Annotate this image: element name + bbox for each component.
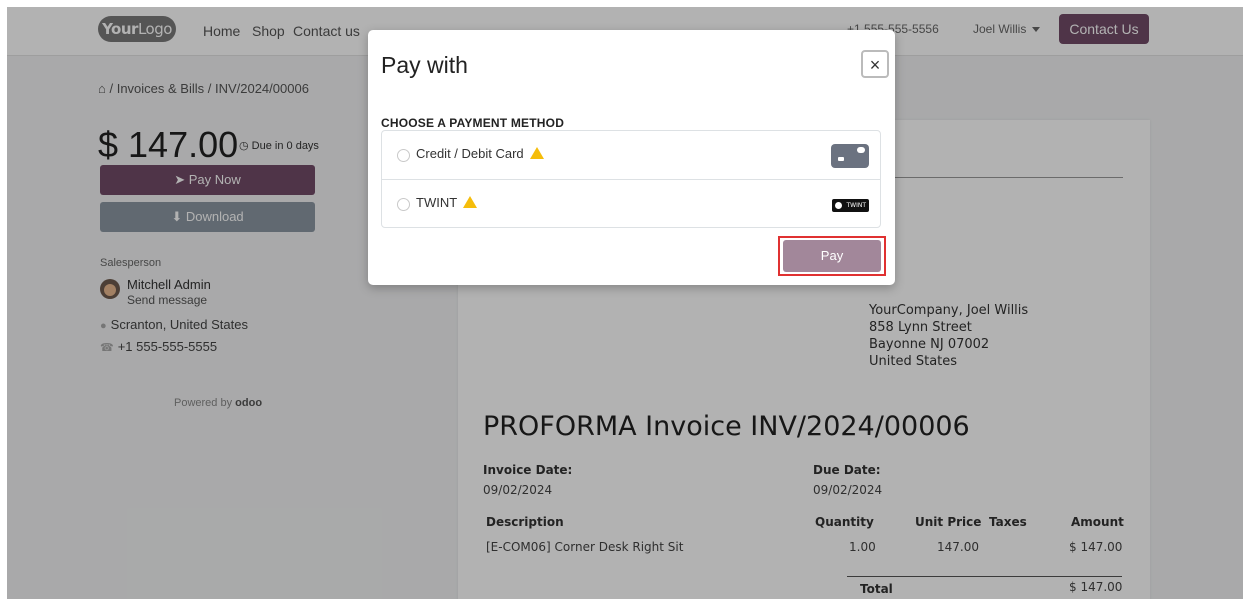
payment-option-twint[interactable]: TWINT TWINT <box>382 179 880 228</box>
payment-method-heading: CHOOSE A PAYMENT METHOD <box>381 116 565 130</box>
warning-icon <box>463 196 478 208</box>
modal-title: Pay with <box>381 52 468 78</box>
pay-button-highlight: Pay <box>778 236 886 276</box>
credit-card-icon <box>831 144 869 168</box>
twint-label: TWINT <box>416 195 458 210</box>
app-frame: YourLogo Home Shop Contact us +1 555-555… <box>7 7 1243 599</box>
warning-icon <box>529 147 544 159</box>
pay-with-modal: Pay with × CHOOSE A PAYMENT METHOD Credi… <box>368 30 895 285</box>
payment-method-list: Credit / Debit Card TWINT TWINT <box>381 130 881 228</box>
radio-twint[interactable] <box>397 198 410 211</box>
twint-logo-text: TWINT <box>846 202 866 209</box>
payment-option-card[interactable]: Credit / Debit Card <box>382 131 880 179</box>
payment-option-label: TWINT <box>416 195 478 210</box>
close-button[interactable]: × <box>861 50 889 78</box>
payment-option-label: Credit / Debit Card <box>416 146 544 161</box>
close-icon: × <box>869 55 881 75</box>
radio-credit-card[interactable] <box>397 149 410 162</box>
twint-logo: TWINT <box>832 199 869 212</box>
pay-button[interactable]: Pay <box>783 240 881 272</box>
card-label: Credit / Debit Card <box>416 146 524 161</box>
